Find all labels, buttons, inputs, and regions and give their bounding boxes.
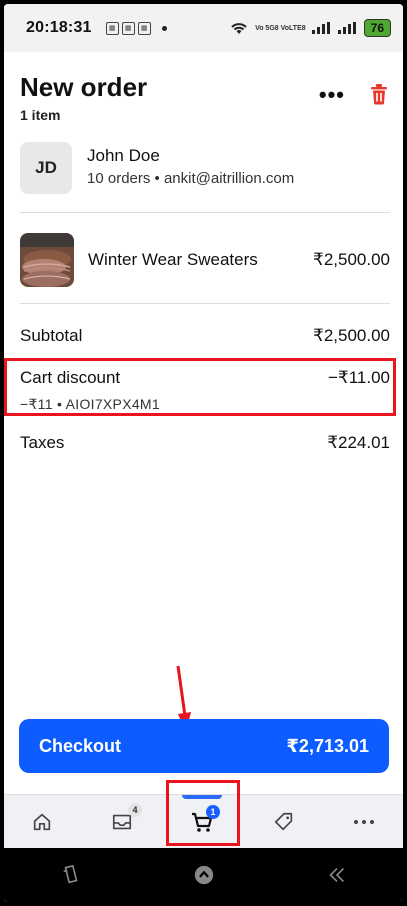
customer-name: John Doe [87, 146, 160, 165]
network-type-label: Vo 5G8 VoLTE8 [255, 24, 306, 32]
nav-orders[interactable]: 4 [92, 795, 152, 849]
home-icon [33, 813, 51, 831]
delete-order-button[interactable] [367, 82, 391, 106]
taxes-row[interactable]: Taxes ₹224.01 [20, 433, 390, 453]
orders-badge: 4 [128, 803, 142, 817]
signal-icon [337, 22, 356, 34]
notification-icons: ▦ ▦ ▦ [105, 21, 167, 35]
discount-code-detail: −₹11 • AIOI7XPX4M1 [20, 396, 160, 412]
system-navigation-bar [4, 848, 403, 902]
app-screen: 20:18:31 ▦ ▦ ▦ Vo 5G8 VoLTE8 76 New orde… [4, 4, 403, 902]
wifi-icon [231, 23, 247, 34]
divider [20, 212, 390, 213]
more-options-button[interactable]: ••• [319, 82, 345, 108]
item-count: 1 item [20, 107, 61, 123]
product-name: Winter Wear Sweaters [88, 250, 258, 269]
signal-icon [311, 22, 330, 34]
customer-card[interactable]: JD John Doe 10 orders • ankit@aitrillion… [20, 142, 390, 212]
divider [20, 303, 390, 304]
more-icon [354, 820, 374, 824]
line-item[interactable]: Winter Wear Sweaters ₹2,500.00 [20, 232, 390, 288]
battery-indicator: 76 [363, 19, 391, 37]
nav-more[interactable] [334, 795, 394, 849]
subtotal-value: ₹2,500.00 [313, 326, 390, 345]
status-right: Vo 5G8 VoLTE8 76 [229, 19, 391, 37]
home-button-icon[interactable] [193, 864, 215, 886]
phone-frame: 20:18:31 ▦ ▦ ▦ Vo 5G8 VoLTE8 76 New orde… [0, 0, 407, 906]
nav-tags[interactable] [254, 795, 314, 849]
more-notifications-dot [161, 25, 167, 31]
cart-discount-row[interactable]: Cart discount −₹11.00 [20, 368, 390, 388]
product-thumbnail [20, 233, 74, 287]
order-header: New order 1 item ••• [4, 52, 403, 132]
recent-apps-icon[interactable] [60, 864, 82, 886]
cart-tab-highlight [166, 780, 240, 846]
cart-discount-value: −₹11.00 [327, 368, 390, 387]
checkout-amount: ₹2,713.01 [286, 735, 369, 756]
notification-icon: ▦ [137, 21, 151, 35]
nav-home[interactable] [12, 795, 72, 849]
customer-meta: 10 orders • ankit@aitrillion.com [87, 170, 295, 187]
checkout-label: Checkout [39, 735, 122, 756]
avatar: JD [20, 142, 72, 194]
tag-icon [274, 812, 293, 831]
back-icon[interactable] [326, 864, 348, 886]
status-bar: 20:18:31 ▦ ▦ ▦ Vo 5G8 VoLTE8 76 [4, 4, 403, 52]
taxes-label: Taxes [20, 433, 65, 452]
subtotal-label: Subtotal [20, 326, 83, 345]
notification-icon: ▦ [121, 21, 135, 35]
notification-icon: ▦ [105, 21, 119, 35]
subtotal-row: Subtotal ₹2,500.00 [20, 326, 390, 346]
cart-discount-label: Cart discount [20, 368, 121, 387]
checkout-button[interactable]: Checkout ₹2,713.01 [19, 719, 389, 773]
taxes-value: ₹224.01 [327, 433, 390, 452]
status-time: 20:18:31 [26, 19, 92, 36]
customer-info: John Doe 10 orders • ankit@aitrillion.co… [87, 142, 294, 187]
product-price: ₹2,500.00 [313, 250, 390, 269]
